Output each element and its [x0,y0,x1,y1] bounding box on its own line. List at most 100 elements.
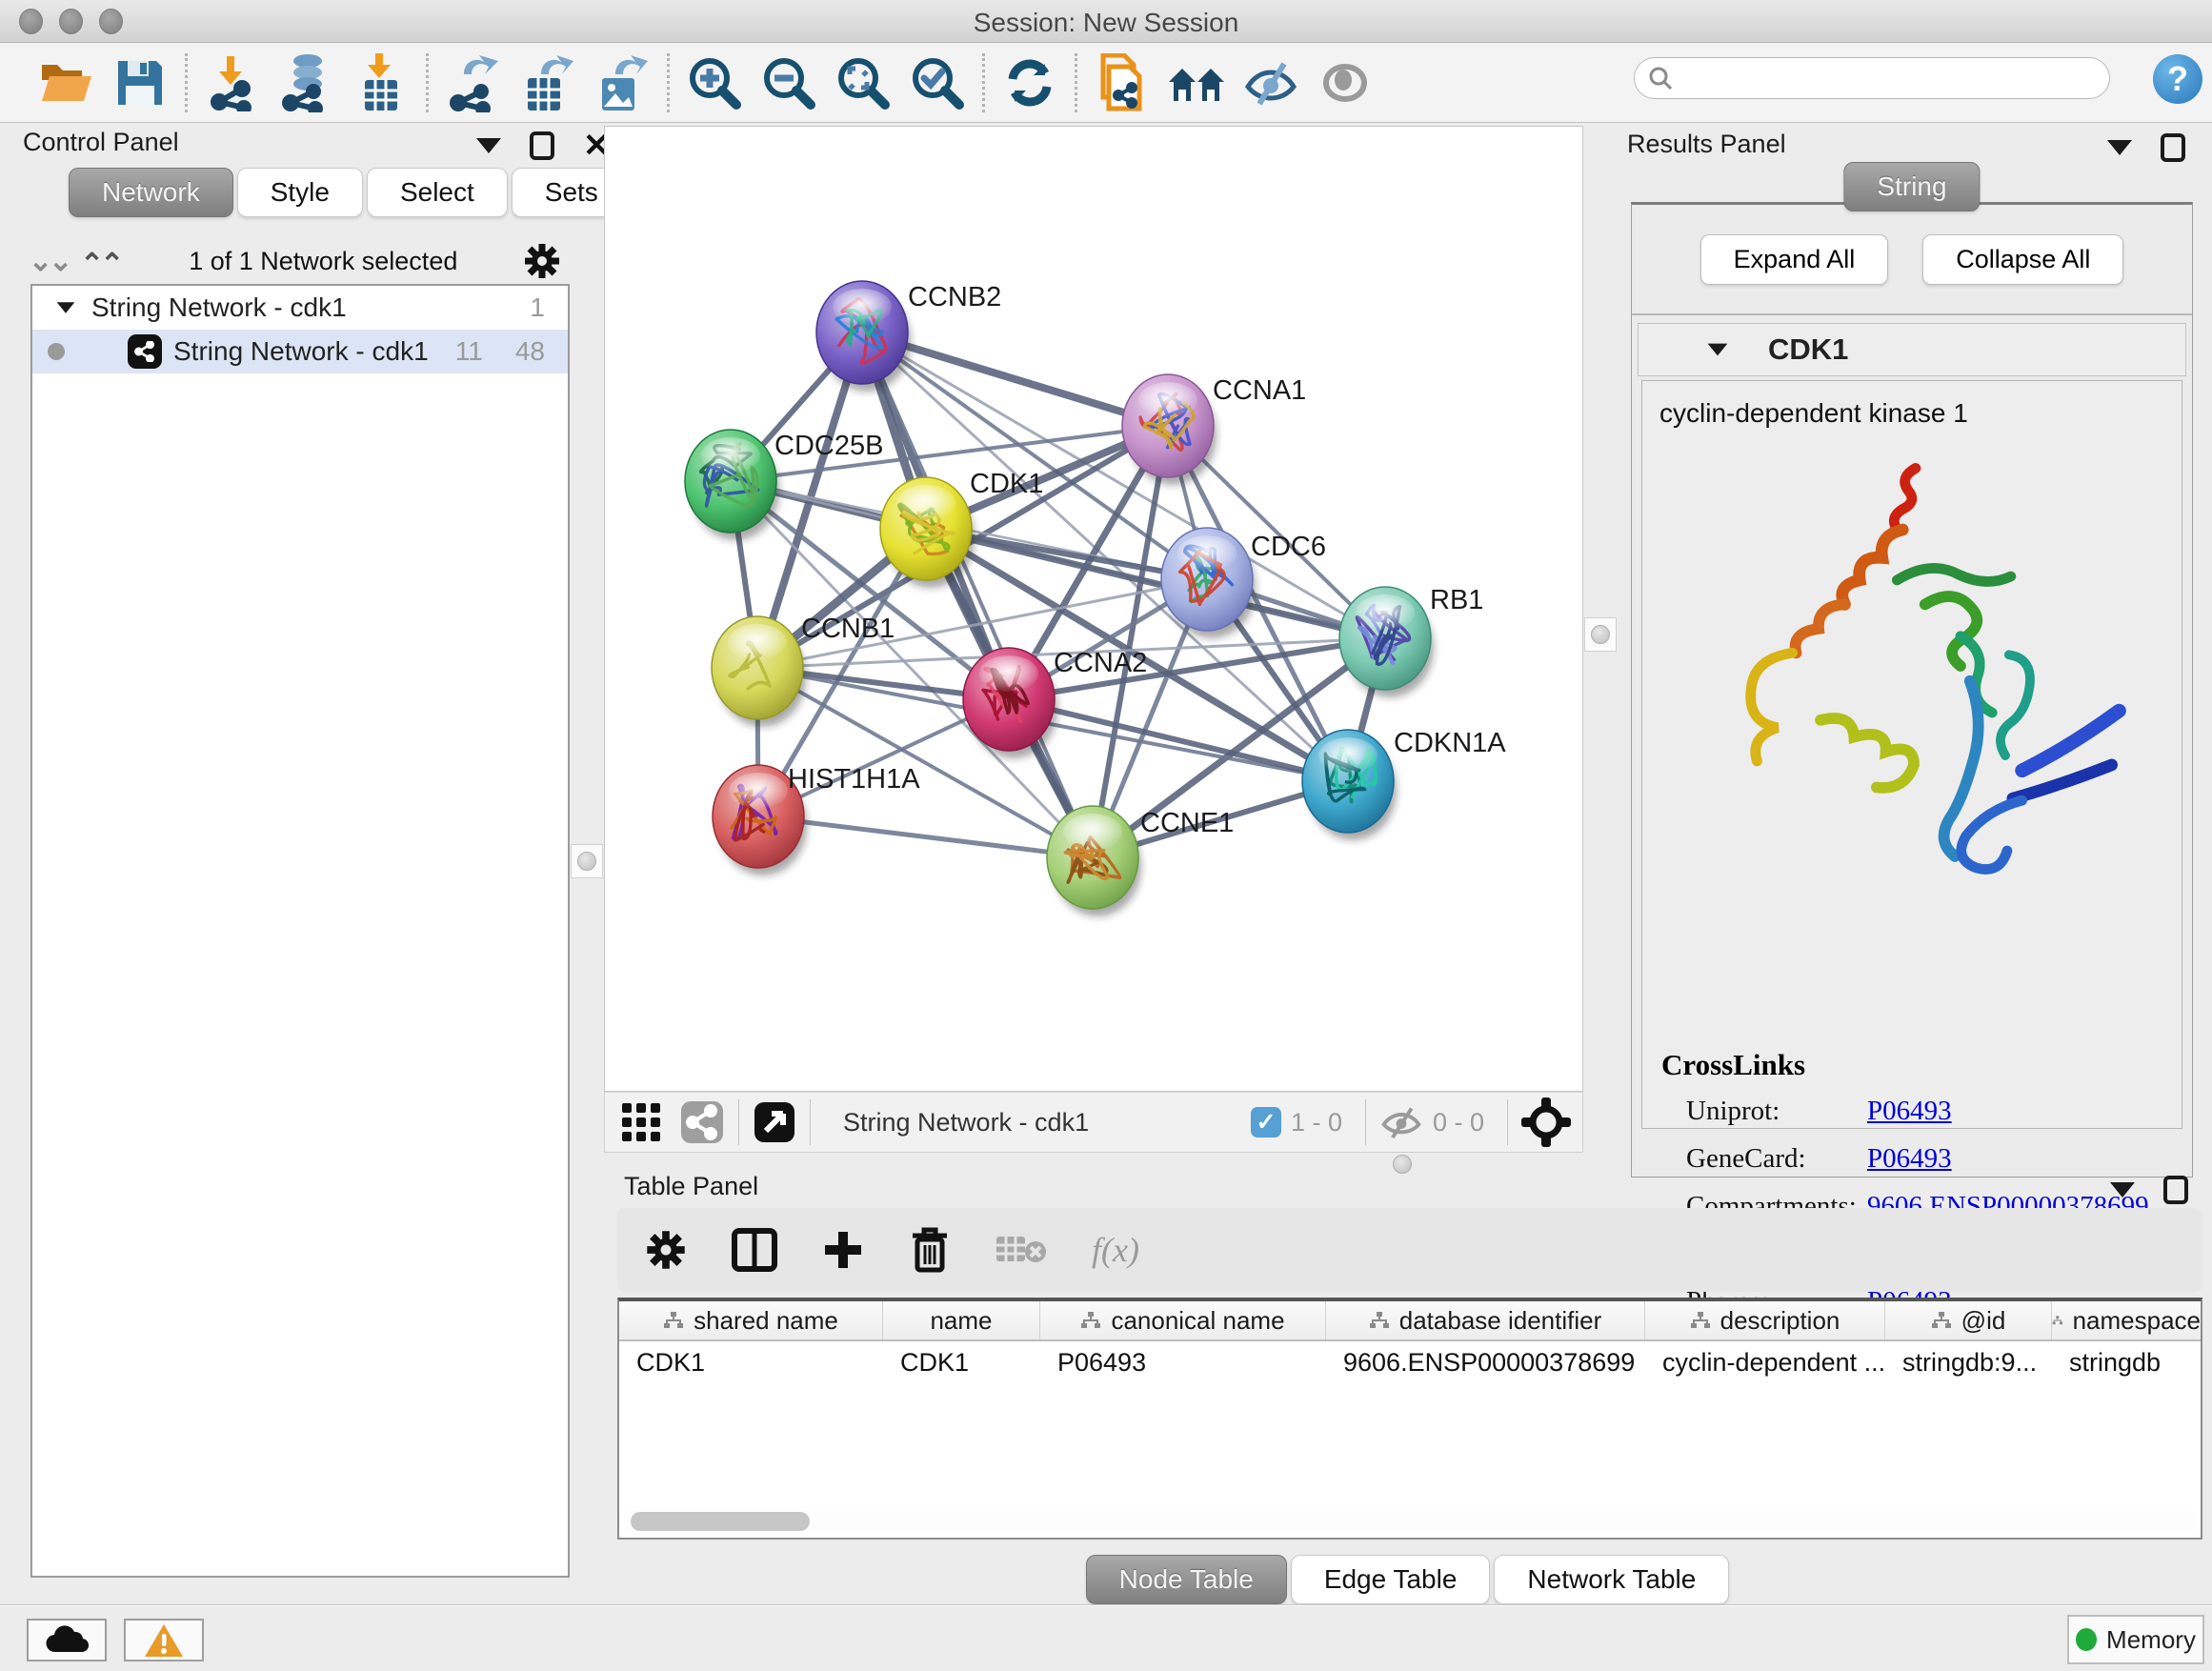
scrollbar-thumb[interactable] [631,1512,810,1531]
network-view-toolbar: String Network - cdk1 ✓ 1 - 0 0 - 0 [604,1092,1583,1153]
node-label: CDKN1A [1394,728,1506,758]
results-panel-menu-icon[interactable] [2107,140,2132,155]
network-node-CCNB1[interactable]: CCNB1 [712,614,895,727]
tab-select[interactable]: Select [367,168,508,217]
node-table[interactable]: shared name name canonical name database… [617,1298,2202,1540]
protein-structure-image [1680,440,2147,897]
toolbar-search[interactable] [1634,57,2110,99]
function-builder-icon: f(x) [1092,1230,1139,1270]
network-node-CCNE1[interactable]: CCNE1 [1047,806,1234,916]
tab-edge-table[interactable]: Edge Table [1291,1555,1491,1604]
string-network-icon [128,334,162,369]
open-session-button[interactable] [29,50,103,116]
crosslink-link[interactable]: P06493 [1867,1096,1952,1127]
network-row[interactable]: String Network - cdk1 11 48 [32,330,568,373]
network-status-dot [48,343,65,360]
column-header[interactable]: @id [1885,1301,2052,1339]
show-hide-button[interactable] [1308,50,1382,116]
import-network-file-button[interactable] [195,50,270,116]
column-header[interactable]: description [1645,1301,1885,1339]
network-node-CCNA1[interactable]: CCNA1 [1122,374,1306,485]
import-table-button[interactable] [344,50,418,116]
control-panel-menu-icon[interactable] [476,138,501,153]
table-row[interactable]: CDK1 CDK1 P06493 9606.ENSP00000378699 cy… [619,1341,2201,1383]
gene-section-header[interactable]: CDK1 [1638,323,2186,376]
tab-style[interactable]: Style [237,168,363,217]
export-image-icon [596,53,648,112]
expand-all-networks-icon[interactable]: ⌄⌄ [84,245,124,278]
zoom-selected-button[interactable] [900,50,975,116]
network-node-CDKN1A[interactable]: CDKN1A [1302,728,1506,840]
table-horizontal-scrollbar[interactable] [623,1511,2197,1532]
collection-expand-icon[interactable] [57,302,75,313]
birds-eye-view-icon[interactable] [1521,1097,1571,1147]
column-header[interactable]: name [883,1301,1040,1339]
add-column-icon[interactable] [821,1228,865,1272]
save-session-button[interactable] [103,50,177,116]
open-in-window-icon[interactable] [753,1100,796,1144]
network-options-gear-icon[interactable] [522,241,562,281]
collection-label: String Network - cdk1 [91,292,347,323]
warning-icon [143,1622,185,1659]
expand-all-button[interactable]: Expand All [1700,234,1889,285]
network-collection-row[interactable]: String Network - cdk1 1 [32,286,568,330]
toggle-graphics-details-button[interactable] [1234,50,1308,116]
zoom-in-button[interactable] [677,50,752,116]
node-label: RB1 [1430,585,1483,615]
string-import-button[interactable] [1085,50,1159,116]
selected-checkbox-icon[interactable]: ✓ [1251,1107,1281,1137]
toolbar-separator [426,53,429,112]
tab-string[interactable]: String [1843,162,1980,211]
eye-slash-blue-icon [1242,58,1299,108]
help-button[interactable]: ? [2153,54,2202,104]
network-node-RB1[interactable]: RB1 [1339,585,1483,697]
search-input[interactable] [1673,65,2082,91]
import-table-icon [357,53,405,112]
import-network-database-button[interactable] [270,50,344,116]
tab-network-table[interactable]: Network Table [1494,1555,1729,1604]
gene-collapse-icon[interactable] [1708,344,1728,356]
tab-network[interactable]: Network [69,168,233,217]
column-header[interactable]: namespace [2052,1301,2201,1339]
export-image-button[interactable] [585,50,659,116]
status-bar: Memory [0,1604,2212,1671]
column-header[interactable]: canonical name [1040,1301,1326,1339]
zoom-fit-button[interactable] [826,50,900,116]
results-panel-float-icon[interactable] [2161,133,2185,162]
network-node-HIST1H1A[interactable]: HIST1H1A [713,764,920,876]
tab-node-table[interactable]: Node Table [1086,1555,1287,1604]
column-header[interactable]: shared name [619,1301,883,1339]
collapse-all-button[interactable]: Collapse All [1922,234,2123,285]
left-splitter-handle[interactable] [571,844,603,878]
delete-column-icon[interactable] [909,1226,951,1274]
grid-view-icon[interactable] [620,1101,662,1143]
network-graph[interactable]: CCNB2CCNA1CDC25BCDK1CDC6RB1CCNB1CCNA2CDK… [605,127,1582,1091]
home-button[interactable] [1159,50,1234,116]
export-network-button[interactable] [436,50,511,116]
string-view-icon[interactable] [679,1099,725,1145]
network-canvas[interactable]: CCNB2CCNA1CDC25BCDK1CDC6RB1CCNB1CCNA2CDK… [604,126,1583,1092]
show-columns-icon[interactable] [732,1228,777,1272]
control-panel-float-icon[interactable] [530,131,554,160]
network-node-CDK1[interactable]: CDK1 [880,469,1043,588]
toolbar-separator [667,53,670,112]
crosslinks-heading: CrossLinks [1661,1048,2149,1082]
collapse-all-networks-icon[interactable]: ⌄⌄ [29,245,69,278]
table-options-gear-icon[interactable] [644,1228,688,1272]
warnings-button[interactable] [124,1619,204,1661]
refresh-button[interactable] [993,50,1067,116]
column-type-icon [2052,1311,2063,1330]
node-label: CDK1 [970,469,1043,499]
memory-button[interactable]: Memory [2067,1615,2204,1664]
cloud-status-button[interactable] [27,1619,107,1661]
save-icon [114,57,166,109]
zoom-out-button[interactable] [752,50,826,116]
export-table-button[interactable] [511,50,585,116]
column-type-icon [1369,1311,1390,1330]
network-edge[interactable] [758,816,1093,857]
column-header[interactable]: database identifier [1326,1301,1645,1339]
table-panel-menu-icon[interactable] [2110,1182,2135,1198]
network-tree: String Network - cdk1 1 String Network -… [30,284,570,1578]
table-panel-float-icon[interactable] [2163,1176,2188,1204]
table-header-row: shared name name canonical name database… [619,1301,2201,1341]
